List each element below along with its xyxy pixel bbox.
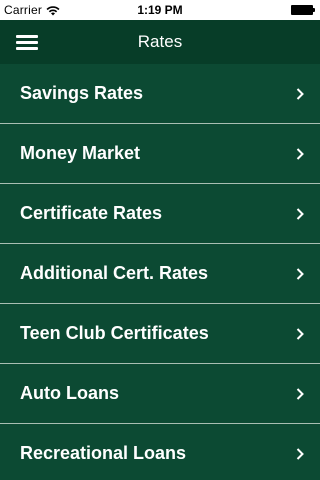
list-item-label: Certificate Rates xyxy=(20,203,163,223)
list-item-recreational-loans[interactable]: Recreational Loans xyxy=(0,424,320,480)
chevron-right-icon xyxy=(296,328,304,340)
list-item-auto-loans[interactable]: Auto Loans xyxy=(0,364,320,424)
menu-line xyxy=(16,47,38,50)
list-item-additional-cert-rates[interactable]: Additional Cert. Rates xyxy=(0,244,320,304)
list-item-savings-rates[interactable]: Savings Rates xyxy=(0,64,320,124)
battery-tip xyxy=(313,8,315,12)
chevron-right-icon xyxy=(296,388,304,400)
battery-body xyxy=(291,5,313,15)
chevron-right-icon xyxy=(296,88,304,100)
list-item-label: Teen Club Certificates xyxy=(20,323,209,343)
status-time: 1:19 PM xyxy=(137,3,183,17)
menu-line xyxy=(16,41,38,44)
rates-list: Savings Rates Money Market Certificate R… xyxy=(0,64,320,480)
list-item-label: Recreational Loans xyxy=(20,443,187,463)
list-item-teen-club-certificates[interactable]: Teen Club Certificates xyxy=(0,304,320,364)
navigation-bar: Rates xyxy=(0,20,320,64)
list-item-label: Money Market xyxy=(20,143,141,163)
list-item-money-market[interactable]: Money Market xyxy=(0,124,320,184)
chevron-right-icon xyxy=(296,208,304,220)
chevron-right-icon xyxy=(296,148,304,160)
chevron-right-icon xyxy=(296,268,304,280)
menu-line xyxy=(16,35,38,38)
page-title: Rates xyxy=(137,32,183,51)
list-item-label: Savings Rates xyxy=(20,83,144,103)
chevron-right-icon xyxy=(296,448,304,460)
list-item-label: Additional Cert. Rates xyxy=(20,263,209,283)
list-item-certificate-rates[interactable]: Certificate Rates xyxy=(0,184,320,244)
list-item-label: Auto Loans xyxy=(20,383,119,403)
status-bar: Carrier 1:19 PM xyxy=(0,0,320,20)
hamburger-menu-icon[interactable] xyxy=(8,24,46,60)
battery-icon xyxy=(291,5,316,15)
